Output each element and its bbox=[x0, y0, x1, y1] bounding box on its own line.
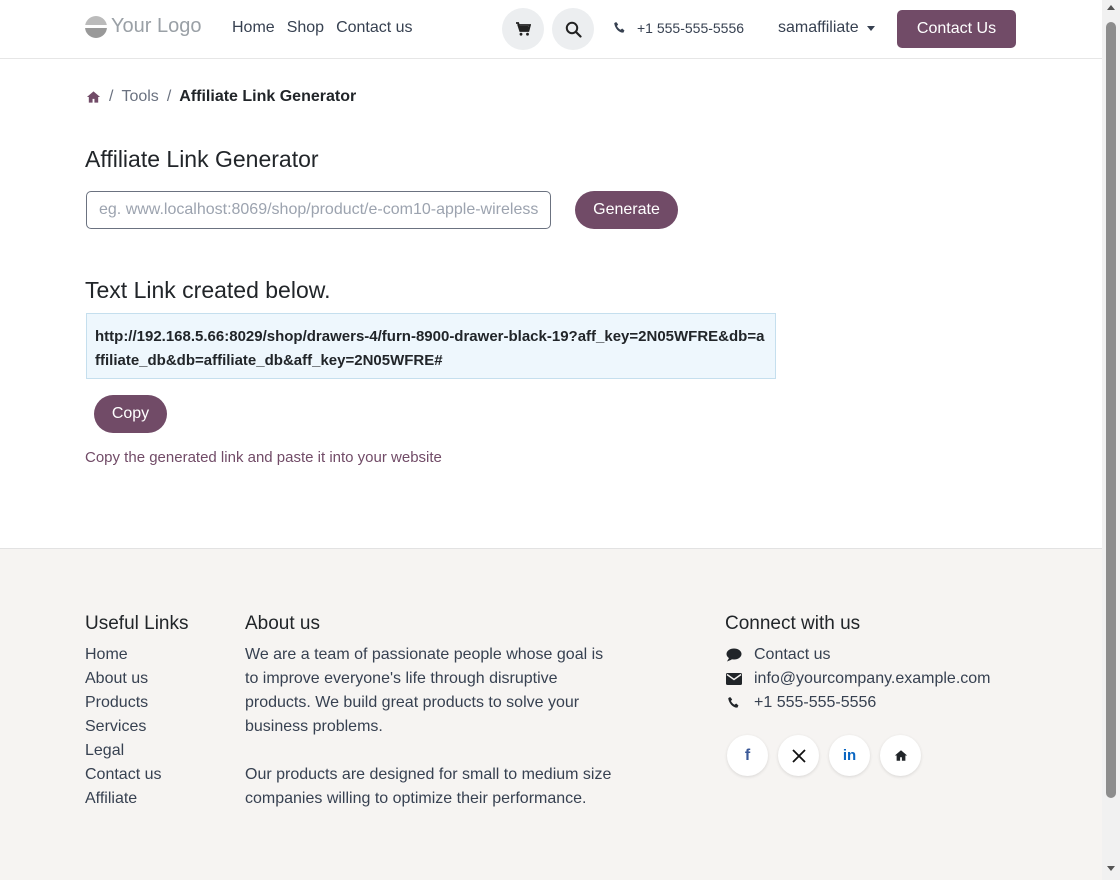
footer-link-about[interactable]: About us bbox=[85, 667, 189, 691]
user-menu[interactable]: samaffiliate bbox=[778, 19, 875, 37]
phone-icon bbox=[725, 696, 742, 710]
linkedin-icon[interactable]: in bbox=[829, 735, 870, 776]
breadcrumb-separator: / bbox=[109, 88, 114, 105]
connect-email[interactable]: info@yourcompany.example.com bbox=[725, 667, 991, 691]
connect-contact-text: Contact us bbox=[754, 646, 831, 663]
comment-icon bbox=[725, 648, 742, 662]
generated-link[interactable]: http://192.168.5.66:8029/shop/drawers-4/… bbox=[86, 313, 776, 379]
copy-hint: Copy the generated link and paste it int… bbox=[85, 449, 442, 466]
useful-links-title: Useful Links bbox=[85, 613, 189, 634]
header-phone[interactable]: +1 555-555-5556 bbox=[613, 20, 744, 36]
envelope-icon bbox=[725, 673, 742, 685]
logo-text: Your Logo bbox=[111, 15, 202, 37]
nav-shop[interactable]: Shop bbox=[287, 19, 324, 37]
about-paragraph-1: We are a team of passionate people whose… bbox=[245, 646, 604, 735]
footer-link-products[interactable]: Products bbox=[85, 691, 189, 715]
search-button[interactable] bbox=[552, 8, 594, 50]
site-footer: Useful Links Home About us Products Serv… bbox=[0, 548, 1102, 880]
connect-phone-text: +1 555-555-5556 bbox=[754, 694, 877, 711]
footer-link-services[interactable]: Services bbox=[85, 715, 189, 739]
phone-icon bbox=[614, 22, 625, 33]
footer-link-contact[interactable]: Contact us bbox=[85, 763, 189, 787]
site-header: Your Logo Home Shop Contact us +1 555-55… bbox=[0, 0, 1102, 59]
about-title: About us bbox=[245, 613, 320, 634]
page-title: Affiliate Link Generator bbox=[85, 146, 319, 172]
home-icon[interactable] bbox=[880, 735, 921, 776]
cart-icon bbox=[516, 22, 531, 36]
search-icon bbox=[565, 21, 582, 38]
chevron-down-icon bbox=[866, 25, 875, 31]
nav-contact-us[interactable]: Contact us bbox=[336, 19, 412, 37]
connect-section: Connect with us Contact us info@yourcomp… bbox=[725, 613, 991, 776]
connect-contact[interactable]: Contact us bbox=[725, 643, 991, 667]
scroll-thumb[interactable] bbox=[1106, 22, 1116, 798]
connect-title: Connect with us bbox=[725, 613, 861, 634]
logo[interactable]: Your Logo bbox=[85, 15, 201, 38]
breadcrumb-current: Affiliate Link Generator bbox=[179, 88, 357, 105]
logo-icon bbox=[85, 15, 107, 38]
footer-link-home[interactable]: Home bbox=[85, 643, 189, 667]
breadcrumb-tools[interactable]: Tools bbox=[121, 88, 158, 106]
x-icon[interactable] bbox=[778, 735, 819, 776]
scroll-down-icon[interactable] bbox=[1107, 866, 1115, 871]
useful-links: Useful Links Home About us Products Serv… bbox=[85, 613, 189, 811]
header-phone-text: +1 555-555-5556 bbox=[637, 20, 745, 36]
generate-button[interactable]: Generate bbox=[575, 191, 678, 229]
breadcrumb: / Tools / Affiliate Link Generator bbox=[86, 88, 356, 106]
facebook-icon[interactable]: f bbox=[727, 735, 768, 776]
footer-link-affiliate[interactable]: Affiliate bbox=[85, 787, 189, 811]
contact-us-button[interactable]: Contact Us bbox=[897, 10, 1016, 48]
home-icon[interactable] bbox=[86, 90, 101, 104]
breadcrumb-separator: / bbox=[166, 88, 172, 105]
result-title: Text Link created below. bbox=[85, 277, 331, 303]
scroll-up-icon[interactable] bbox=[1107, 5, 1115, 10]
user-name: samaffiliate bbox=[778, 19, 859, 36]
connect-phone[interactable]: +1 555-555-5556 bbox=[725, 691, 991, 715]
footer-link-legal[interactable]: Legal bbox=[85, 739, 189, 763]
about-paragraph-2: Our products are designed for small to m… bbox=[245, 766, 612, 807]
main-nav: Home Shop Contact us bbox=[232, 19, 413, 37]
copy-button[interactable]: Copy bbox=[94, 395, 167, 433]
cart-button[interactable] bbox=[502, 8, 544, 50]
about-section: About us We are a team of passionate peo… bbox=[245, 613, 615, 835]
vertical-scrollbar[interactable] bbox=[1102, 0, 1120, 880]
connect-email-text: info@yourcompany.example.com bbox=[754, 670, 991, 687]
url-input[interactable] bbox=[86, 191, 551, 229]
nav-home[interactable]: Home bbox=[232, 19, 275, 37]
social-links: f in bbox=[727, 735, 991, 776]
